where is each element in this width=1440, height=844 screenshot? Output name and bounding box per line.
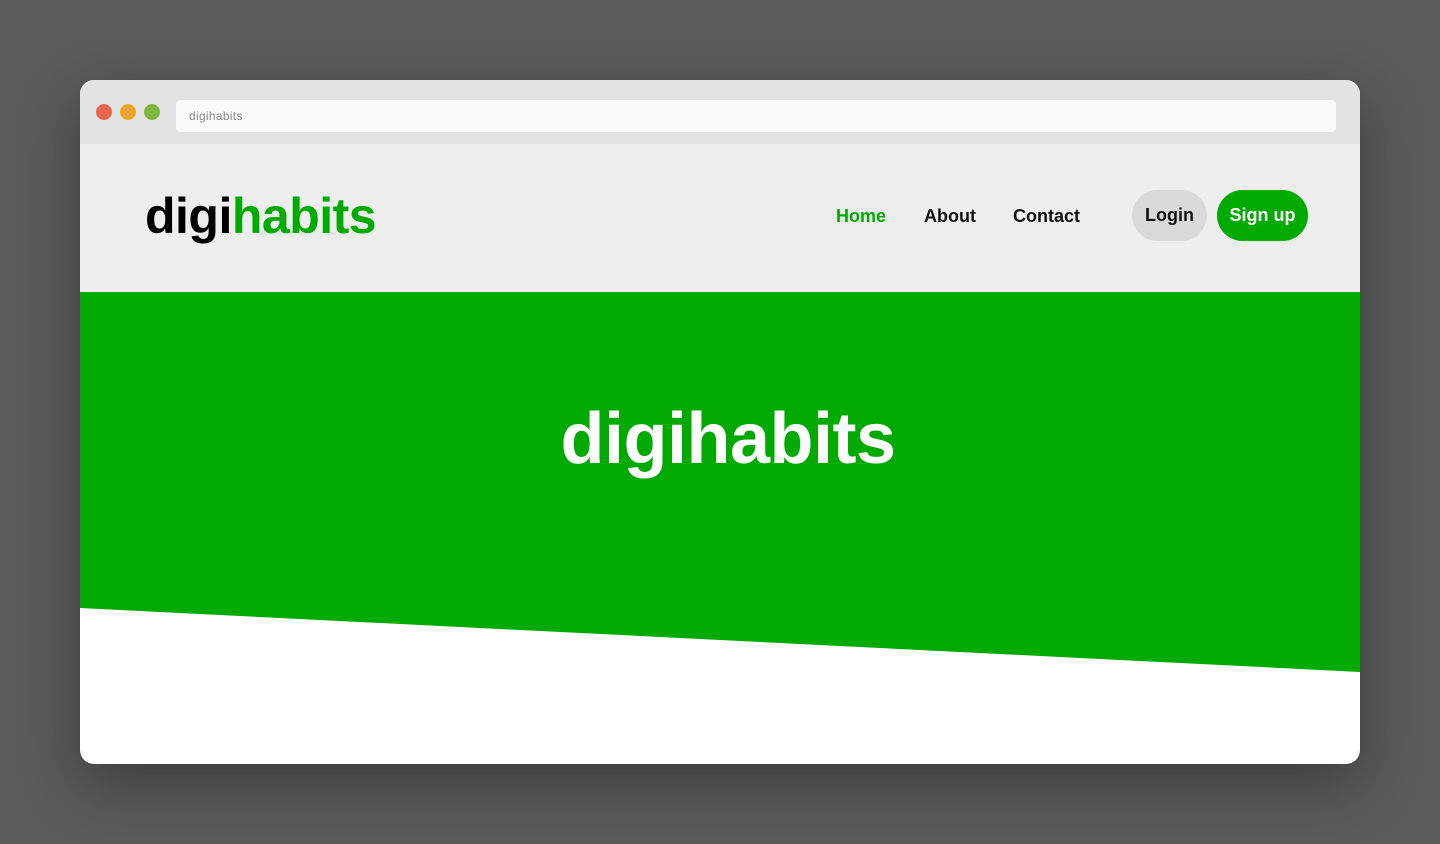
address-bar-text: digihabits [189,109,243,123]
nav-link-contact[interactable]: Contact [1013,205,1080,227]
hero-title: digihabits [560,399,897,479]
close-window-icon[interactable] [96,104,112,120]
hero-section: digihabits [80,292,1360,764]
logo-part-digi: digi [145,188,232,244]
logo-part-habits: habits [231,188,377,244]
hero-background [80,292,1360,672]
site-header: digihabits Home About Contact Login Sign… [80,144,1360,292]
login-button[interactable]: Login [1132,190,1207,241]
nav-link-home[interactable]: Home [836,205,886,227]
maximize-window-icon[interactable] [144,104,160,120]
site-logo[interactable]: digihabits [145,186,377,246]
signup-button[interactable]: Sign up [1217,190,1308,241]
minimize-window-icon[interactable] [120,104,136,120]
hero-green-slant [80,292,1360,672]
browser-titlebar: digihabits [80,80,1360,144]
nav-link-about[interactable]: About [924,205,976,227]
address-bar[interactable]: digihabits [176,100,1336,132]
browser-window: digihabits digihabits Home About Contact… [80,80,1360,764]
